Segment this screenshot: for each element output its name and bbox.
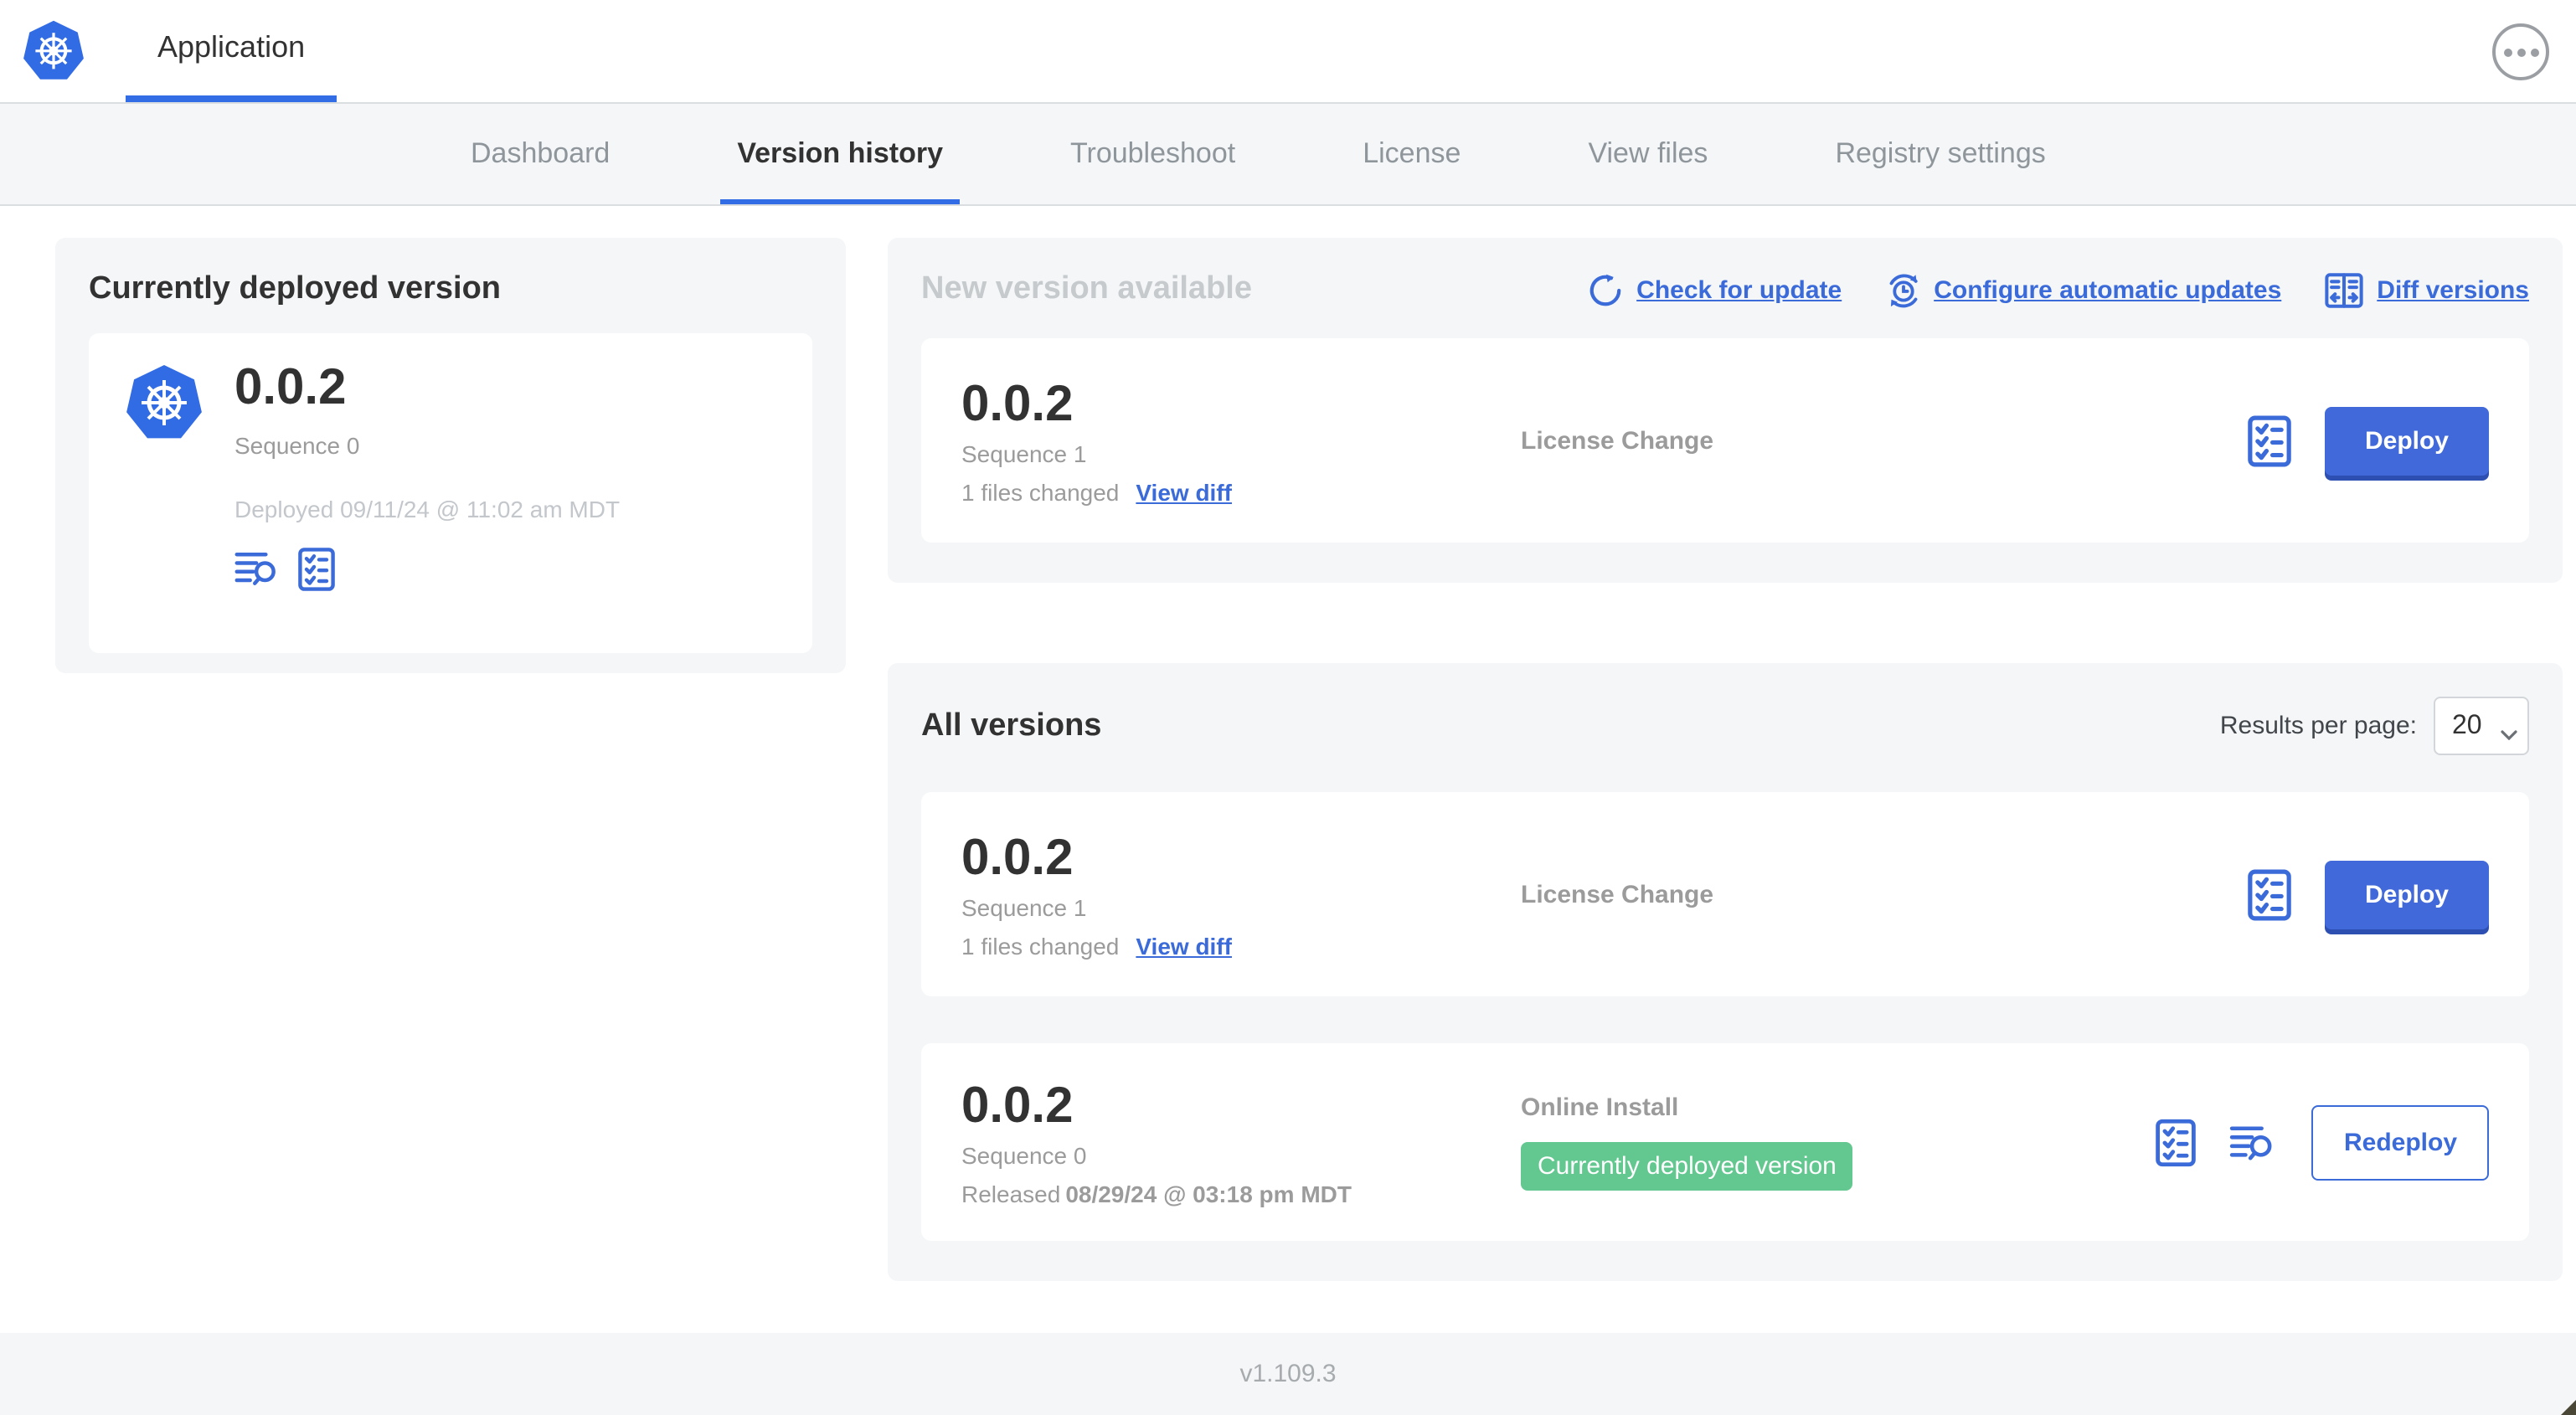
version-sequence: Sequence 1 <box>961 893 1087 920</box>
version-row: 0.0.2 Sequence 0 Released 08/29/24 @ 03:1… <box>921 1043 2529 1241</box>
release-notes-checklist-icon[interactable] <box>2156 1118 2197 1166</box>
diff-versions-link[interactable]: Diff versions <box>2325 272 2529 307</box>
currently-deployed-panel: Currently deployed version 0.0.2 Sequenc… <box>55 238 846 673</box>
diff-icon <box>2325 272 2363 307</box>
files-changed: 1 files changed <box>961 932 1120 959</box>
new-version-title: New version available <box>921 271 1252 306</box>
more-options-button[interactable] <box>2492 23 2549 80</box>
app-header: Application <box>0 0 2576 102</box>
redeploy-button[interactable]: Redeploy <box>2311 1104 2489 1180</box>
currently-deployed-title: Currently deployed version <box>89 271 502 306</box>
current-version-sequence: Sequence 0 <box>234 431 360 458</box>
update-actions: Check for update Configure automatic upd… <box>1588 272 2529 307</box>
tab-registry-settings[interactable]: Registry settings <box>1818 104 2062 204</box>
currently-deployed-details: 0.0.2 Sequence 0 Deployed 09/11/24 @ 11:… <box>234 360 620 626</box>
version-source: License Change <box>1521 426 1714 455</box>
deploy-button[interactable]: Deploy <box>2324 860 2489 929</box>
version-number: 0.0.2 <box>961 830 1074 885</box>
view-diff-link[interactable]: View diff <box>1136 932 1232 959</box>
view-logs-icon[interactable] <box>234 549 281 588</box>
sub-navigation: Dashboard Version history Troubleshoot L… <box>0 102 2576 206</box>
app-tab-application[interactable]: Application <box>126 0 337 102</box>
deploy-button[interactable]: Deploy <box>2324 406 2489 475</box>
tab-license[interactable]: License <box>1346 104 1477 204</box>
kubernetes-app-icon <box>122 360 206 444</box>
tab-view-files[interactable]: View files <box>1571 104 1724 204</box>
currently-deployed-card: 0.0.2 Sequence 0 Deployed 09/11/24 @ 11:… <box>89 333 812 653</box>
all-versions-title: All versions <box>921 708 1102 743</box>
new-version-panel: New version available Check for update C… <box>888 238 2563 583</box>
files-changed: 1 files changed <box>961 478 1120 505</box>
results-per-page-label: Results per page: <box>2219 712 2417 740</box>
kubernetes-logo <box>20 17 87 84</box>
results-per-page-select[interactable]: 20 <box>2434 697 2529 755</box>
view-diff-link[interactable]: View diff <box>1136 478 1232 505</box>
version-number: 0.0.2 <box>961 1078 1074 1133</box>
app-footer: v1.109.3 <box>0 1333 2576 1415</box>
version-released-at: Released 08/29/24 @ 03:18 pm MDT <box>961 1180 1352 1207</box>
currently-deployed-badge: Currently deployed version <box>1521 1142 1853 1191</box>
all-versions-panel: All versions Results per page: 20 0.0.2 … <box>888 663 2563 1281</box>
tab-dashboard[interactable]: Dashboard <box>454 104 626 204</box>
tab-troubleshoot[interactable]: Troubleshoot <box>1054 104 1252 204</box>
clock-refresh-icon <box>1888 273 1917 307</box>
results-per-page: Results per page: 20 <box>2220 697 2529 755</box>
check-for-update-link[interactable]: Check for update <box>1588 272 1842 307</box>
ellipsis-icon <box>2503 48 2512 56</box>
version-source: License Change <box>1521 880 1714 908</box>
tab-version-history[interactable]: Version history <box>720 104 960 204</box>
main-content: Currently deployed version 0.0.2 Sequenc… <box>0 206 2576 1340</box>
current-version-number: 0.0.2 <box>234 360 347 415</box>
version-source: Online Install <box>1521 1093 1679 1122</box>
new-version-card: 0.0.2 Sequence 1 1 files changed View di… <box>921 338 2529 543</box>
configure-automatic-updates-link[interactable]: Configure automatic updates <box>1885 272 2281 307</box>
version-number: 0.0.2 <box>961 376 1074 431</box>
console-version: v1.109.3 <box>1239 1360 1337 1388</box>
version-sequence: Sequence 0 <box>961 1141 1087 1168</box>
version-row: 0.0.2 Sequence 1 1 files changed View di… <box>921 792 2529 996</box>
release-notes-checklist-icon[interactable] <box>2248 414 2291 466</box>
refresh-icon <box>1589 273 1621 306</box>
right-column: New version available Check for update C… <box>888 238 2563 1281</box>
app-tab-label: Application <box>157 30 306 64</box>
page: Application Dashboard Version history Tr… <box>0 0 2576 1415</box>
release-notes-checklist-icon[interactable] <box>2248 868 2291 920</box>
view-logs-icon[interactable] <box>2230 1123 2279 1161</box>
cursor-artifact <box>2561 1400 2576 1415</box>
version-sequence: Sequence 1 <box>961 440 1087 466</box>
current-version-deployed-at: Deployed 09/11/24 @ 11:02 am MDT <box>234 495 621 522</box>
release-notes-checklist-icon[interactable] <box>298 547 335 590</box>
